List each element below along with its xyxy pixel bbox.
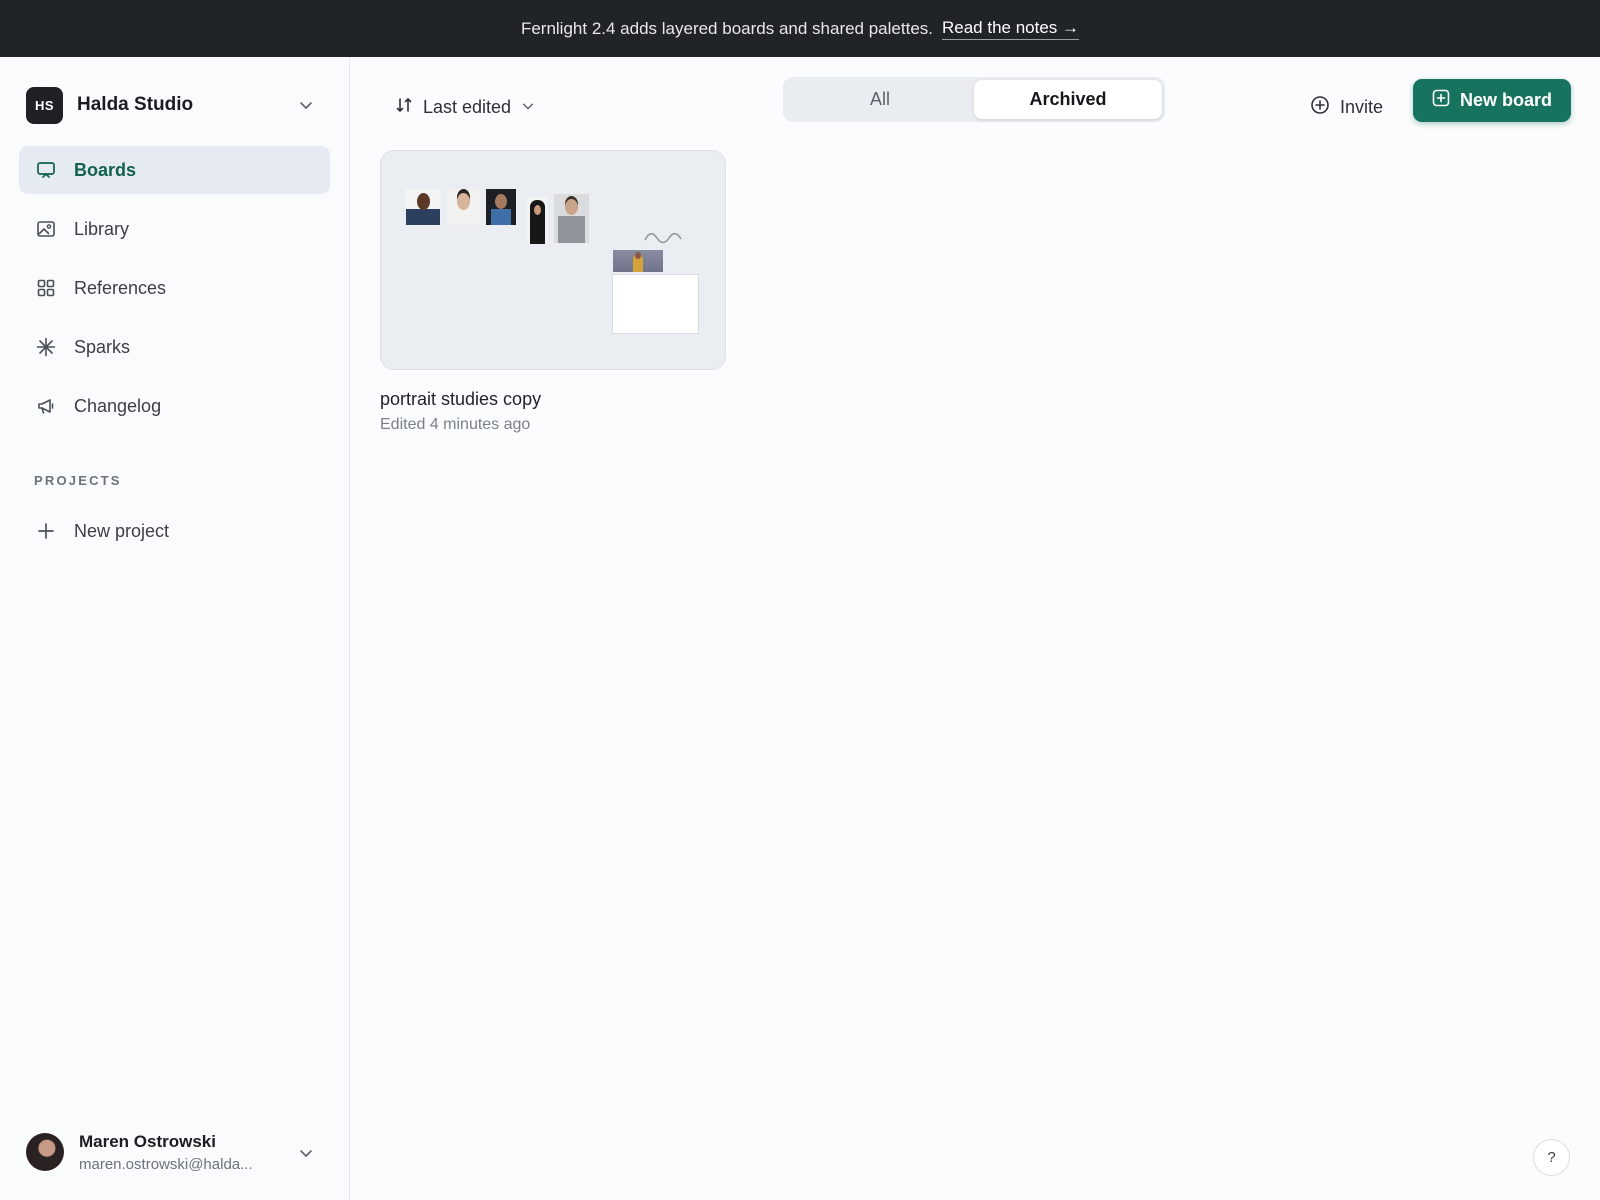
board-icon: [35, 159, 57, 181]
workspace-switcher[interactable]: HS Halda Studio: [26, 85, 326, 125]
portrait-thumbnail: [447, 189, 480, 225]
user-email: maren.ostrowski@halda...: [79, 1155, 253, 1173]
board-edited-time: Edited 4 minutes ago: [380, 416, 531, 433]
sort-label: Last edited: [423, 96, 512, 117]
portrait-thumbnail: [486, 189, 516, 225]
megaphone-icon: [35, 395, 57, 417]
projects-heading: PROJECTS: [34, 473, 122, 488]
image-icon: [35, 218, 57, 240]
sidebar-item-changelog[interactable]: Changelog: [19, 382, 330, 430]
chevron-down-icon: [298, 97, 314, 118]
blank-note-card: [612, 274, 699, 334]
sidebar-item-label: Boards: [74, 159, 137, 180]
plus-square-icon: [1432, 89, 1450, 112]
portrait-thumbnail: [613, 250, 663, 272]
sidebar-item-label: Library: [74, 218, 130, 239]
tab-all[interactable]: All: [786, 80, 974, 119]
portrait-thumbnail: [554, 194, 589, 243]
invite-button[interactable]: Invite: [1310, 89, 1383, 125]
sidebar-item-sparks[interactable]: Sparks: [19, 323, 330, 371]
sidebar-item-references[interactable]: References: [19, 264, 330, 312]
user-name: Maren Ostrowski: [79, 1131, 216, 1151]
new-project-button[interactable]: New project: [19, 509, 330, 553]
squiggle-shape: [644, 232, 682, 244]
workspace-avatar: HS: [26, 86, 63, 124]
board-card[interactable]: portrait studies copy Edited 4 minutes a…: [380, 150, 726, 434]
announcement-banner: Fernlight 2.4 adds layered boards and sh…: [0, 0, 1600, 57]
sidebar-item-label: References: [74, 277, 167, 298]
sidebar-item-label: Changelog: [74, 395, 162, 416]
read-notes-link[interactable]: Read the notes →: [942, 18, 1080, 40]
filter-tabs: All Archived: [783, 77, 1165, 122]
user-menu[interactable]: Maren Ostrowski maren.ostrowski@halda...: [26, 1127, 326, 1177]
new-project-label: New project: [74, 520, 170, 541]
announcement-text: Fernlight 2.4 adds layered boards and sh…: [520, 18, 933, 38]
plus-icon: [35, 520, 57, 542]
sort-icon: [395, 96, 413, 119]
main-content: Last edited All Archived Invite New boar…: [350, 57, 1600, 1200]
sidebar: HS Halda Studio Boards Library Reference…: [0, 57, 350, 1200]
sidebar-nav: Boards Library References Sparks Changel…: [19, 146, 330, 441]
sidebar-item-library[interactable]: Library: [19, 205, 330, 253]
portrait-thumbnail: [406, 189, 440, 225]
invite-label: Invite: [1340, 96, 1384, 117]
sort-dropdown[interactable]: Last edited: [395, 89, 535, 125]
chevron-down-icon: [521, 97, 535, 118]
chevron-down-icon: [298, 1145, 314, 1166]
help-button[interactable]: ?: [1533, 1139, 1570, 1176]
board-title: portrait studies copy: [380, 389, 542, 409]
avatar: [26, 1133, 64, 1171]
new-board-label: New board: [1459, 90, 1552, 110]
portrait-thumbnail: [527, 197, 548, 244]
tab-archived[interactable]: Archived: [974, 80, 1162, 119]
plus-circle-icon: [1310, 95, 1330, 120]
grid-icon: [35, 277, 57, 299]
sidebar-item-label: Sparks: [74, 336, 131, 357]
sparkle-icon: [35, 336, 57, 358]
sidebar-item-boards[interactable]: Boards: [19, 146, 330, 194]
workspace-name: Halda Studio: [77, 94, 194, 115]
board-thumbnail: [380, 150, 726, 370]
new-board-button[interactable]: New board: [1413, 79, 1571, 122]
